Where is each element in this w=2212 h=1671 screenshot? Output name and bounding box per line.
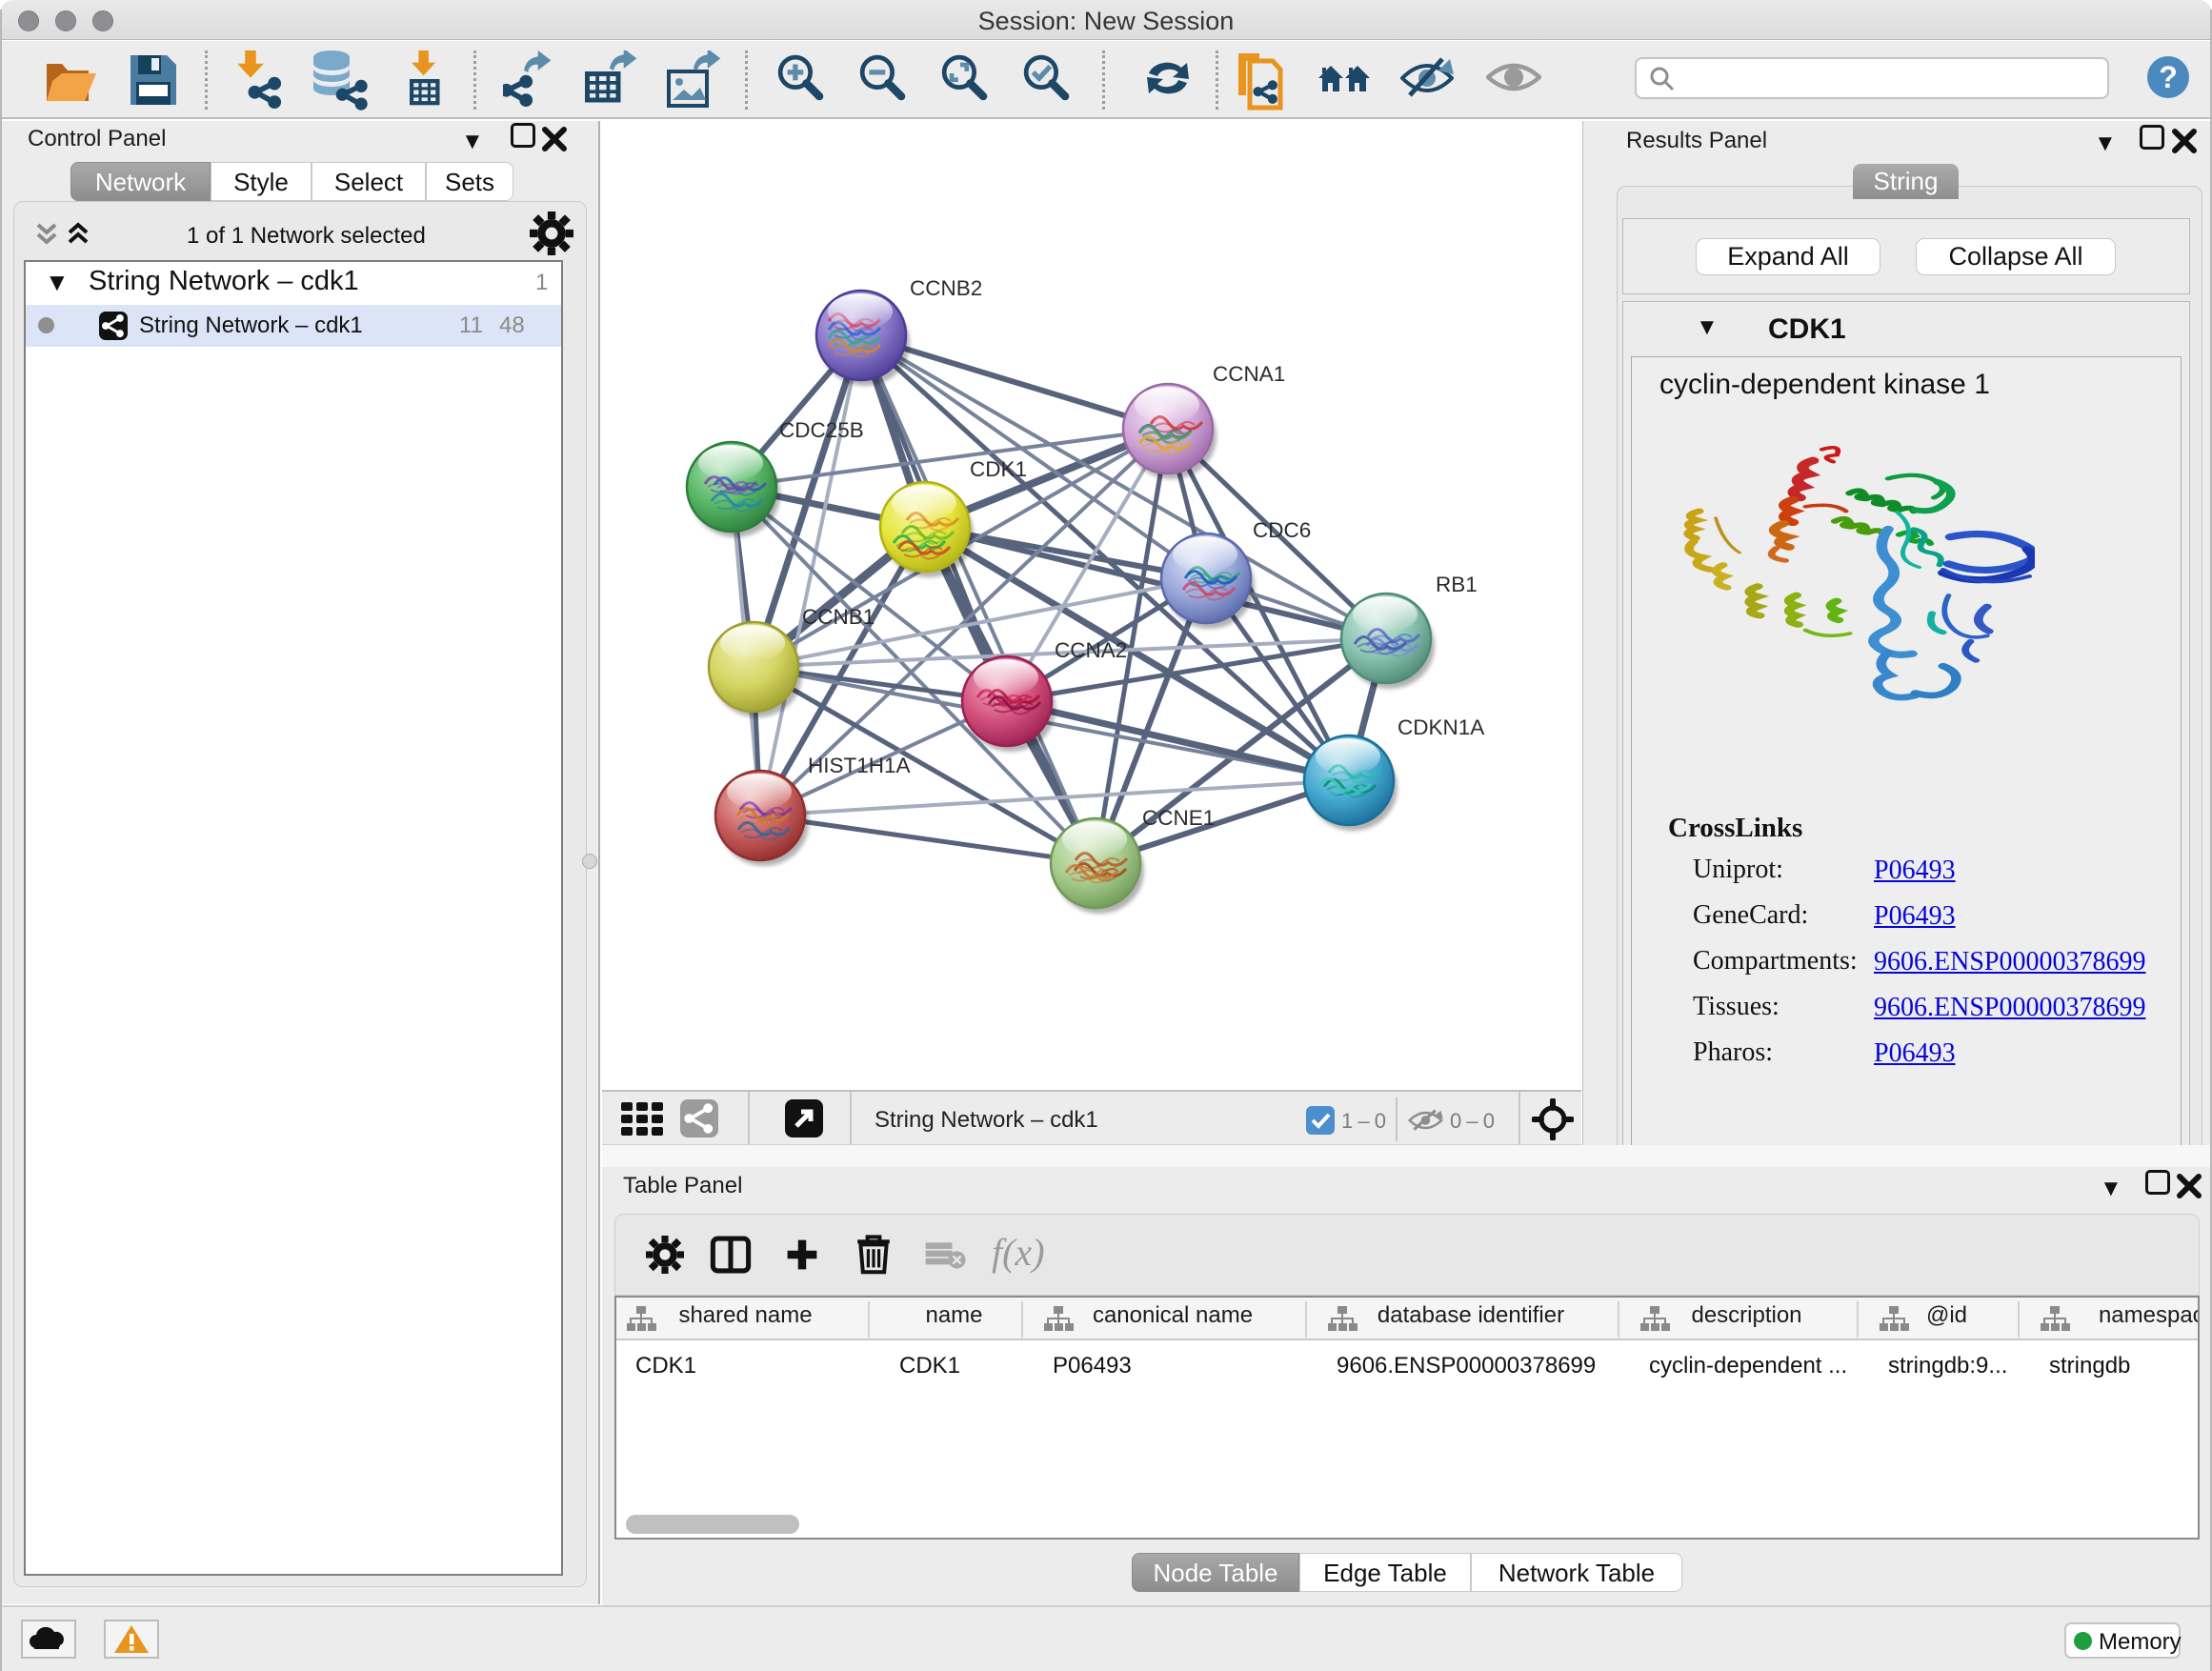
svg-text:CCNA1: CCNA1 [1213, 362, 1285, 386]
svg-text:CCNB2: CCNB2 [910, 276, 982, 300]
svg-text:HIST1H1A: HIST1H1A [808, 754, 911, 777]
svg-text:CCNE1: CCNE1 [1142, 806, 1215, 830]
svg-text:CDKN1A: CDKN1A [1398, 715, 1484, 739]
svg-text:CDK1: CDK1 [970, 457, 1027, 481]
svg-text:CCNB1: CCNB1 [802, 605, 875, 629]
svg-text:CDC25B: CDC25B [779, 418, 864, 442]
svg-text:RB1: RB1 [1436, 573, 1478, 596]
svg-text:CDC6: CDC6 [1253, 518, 1311, 542]
svg-text:CCNA2: CCNA2 [1055, 638, 1127, 662]
